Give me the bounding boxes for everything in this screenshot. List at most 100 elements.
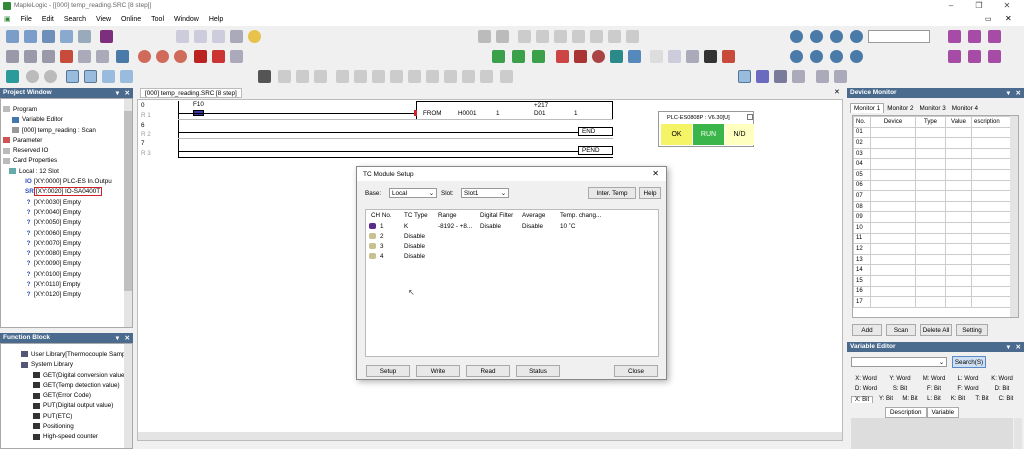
key-d-bit[interactable]: D: Bit: [987, 386, 1017, 392]
inter-temp-button[interactable]: Inter. Temp: [588, 187, 636, 199]
zoom-in-icon[interactable]: [26, 70, 39, 83]
device-cell[interactable]: [870, 274, 916, 287]
close-button[interactable]: Close: [614, 365, 658, 377]
grid-icon[interactable]: [100, 30, 113, 43]
tab-monitor-2[interactable]: Monitor 2: [884, 104, 916, 113]
table-row[interactable]: 1 K -8192 - +8... Disable Disable 10 ˚C: [366, 222, 658, 232]
key-f-word[interactable]: F: Word: [953, 386, 983, 392]
transfer-icon[interactable]: [722, 50, 735, 63]
table-row[interactable]: 13: [853, 253, 1011, 266]
paste-edit-icon[interactable]: [554, 30, 567, 43]
instruction-box[interactable]: [416, 101, 613, 120]
print-icon[interactable]: [230, 30, 243, 43]
tab-description[interactable]: Description: [885, 407, 927, 418]
table-row[interactable]: 05: [853, 168, 1011, 181]
editor-tab[interactable]: [000] temp_reading.SRC [8 step]: [140, 88, 242, 98]
menu-online[interactable]: Online: [117, 14, 145, 25]
layout-icon-2[interactable]: [968, 50, 981, 63]
editor-hscrollbar[interactable]: [138, 432, 842, 440]
device-cell[interactable]: [870, 179, 916, 192]
close-file-icon[interactable]: [78, 30, 91, 43]
key-t-bit[interactable]: T: Bit: [971, 396, 993, 402]
table-row[interactable]: 2 Disable: [366, 232, 658, 242]
paste-icon[interactable]: [212, 30, 225, 43]
table-row[interactable]: 16: [853, 285, 1011, 298]
window-icon-2[interactable]: [968, 30, 981, 43]
tree-item-parameter[interactable]: Parameter: [3, 136, 132, 146]
app-menu-icon[interactable]: ▣: [0, 13, 15, 25]
ladder-tool-11-icon[interactable]: [462, 70, 475, 83]
fb-item[interactable]: GET(Error Code): [1, 391, 132, 401]
goto-icon[interactable]: [626, 30, 639, 43]
doc-icon[interactable]: [78, 50, 91, 63]
menu-view[interactable]: View: [92, 14, 115, 25]
ladder-tool-5-icon[interactable]: [354, 70, 367, 83]
write-button[interactable]: Write: [416, 365, 460, 377]
device-cell[interactable]: [870, 296, 916, 308]
key-f-bit[interactable]: F: Bit: [919, 386, 949, 392]
monitor-screen-icon[interactable]: [116, 50, 129, 63]
help-icon[interactable]: [248, 30, 261, 43]
tab-monitor-1[interactable]: Monitor 1: [850, 103, 885, 113]
table-row[interactable]: 12: [853, 243, 1011, 255]
ladder-tool-12-icon[interactable]: [480, 70, 493, 83]
help-button[interactable]: Help: [639, 187, 661, 199]
wizard-icon[interactable]: [492, 50, 505, 63]
cut-icon[interactable]: [518, 30, 531, 43]
view-mixed-icon[interactable]: [102, 70, 115, 83]
tree-item-slot[interactable]: ? [XY:0040] Empty: [3, 208, 132, 218]
bit-icon[interactable]: [138, 50, 151, 63]
monitor-a-icon[interactable]: [790, 30, 803, 43]
device-cell[interactable]: [870, 147, 916, 160]
copy-icon[interactable]: [194, 30, 207, 43]
panel-close-icon[interactable]: ✕: [125, 89, 130, 97]
stop-icon[interactable]: [194, 50, 207, 63]
window-icon-1[interactable]: [948, 30, 961, 43]
table-row[interactable]: 04: [853, 158, 1011, 170]
key-l-bit[interactable]: L: Bit: [923, 396, 945, 402]
table-row[interactable]: 09: [853, 211, 1011, 223]
table-row[interactable]: 06: [853, 179, 1011, 192]
device-cell[interactable]: [870, 137, 916, 149]
contact-b-icon[interactable]: [24, 50, 37, 63]
variable-search-input[interactable]: ⌄: [851, 357, 947, 367]
device-cell[interactable]: [870, 221, 916, 234]
trend-icon[interactable]: [628, 50, 641, 63]
setting-button[interactable]: Setting: [956, 324, 988, 336]
window-icon-3[interactable]: [988, 30, 1001, 43]
table-row[interactable]: 03: [853, 147, 1011, 160]
tree-item-slot[interactable]: ? [XY:0050] Empty: [3, 218, 132, 228]
key-l-word[interactable]: L: Word: [953, 376, 983, 382]
scroll-thumb[interactable]: [124, 111, 132, 291]
tree-item-slot[interactable]: ? [XY:0060] Empty: [3, 229, 132, 239]
scan-button[interactable]: Scan: [886, 324, 916, 336]
pin-icon[interactable]: ▾: [1007, 343, 1010, 351]
minimize-button[interactable]: –: [940, 0, 962, 13]
cursor-icon[interactable]: [258, 70, 271, 83]
ladder-tool-6-icon[interactable]: [372, 70, 385, 83]
ladder-tool-1-icon[interactable]: [278, 70, 291, 83]
copy-edit-icon[interactable]: [536, 30, 549, 43]
monitor-h-icon[interactable]: [850, 50, 863, 63]
menu-tool[interactable]: Tool: [147, 14, 168, 25]
gear-icon[interactable]: [592, 50, 605, 63]
fb-item[interactable]: GET(Temp detection value): [1, 381, 132, 391]
memory-edit-icon[interactable]: [668, 50, 681, 63]
view-ladder-icon[interactable]: [84, 70, 97, 83]
new-file-icon[interactable]: [6, 30, 19, 43]
plc-status-checkbox[interactable]: [747, 114, 753, 120]
close-window-button[interactable]: ✕: [996, 0, 1018, 13]
table-row[interactable]: 07: [853, 190, 1011, 202]
error-icon[interactable]: [212, 50, 225, 63]
layout-icon-3[interactable]: [988, 50, 1001, 63]
menu-search[interactable]: Search: [60, 14, 90, 25]
key-y-word[interactable]: Y: Word: [885, 376, 915, 382]
monitor-d-icon[interactable]: [850, 30, 863, 43]
tree-item-slot[interactable]: ? [XY:0090] Empty: [3, 259, 132, 269]
ladder-icon[interactable]: [6, 70, 19, 83]
device-cell[interactable]: [870, 158, 916, 170]
key-s-bit[interactable]: S: Bit: [885, 386, 915, 392]
editor-close-icon[interactable]: ✕: [834, 88, 840, 96]
tree-item-slot[interactable]: ? [XY:0110] Empty: [3, 280, 132, 290]
redo-icon[interactable]: [496, 30, 509, 43]
